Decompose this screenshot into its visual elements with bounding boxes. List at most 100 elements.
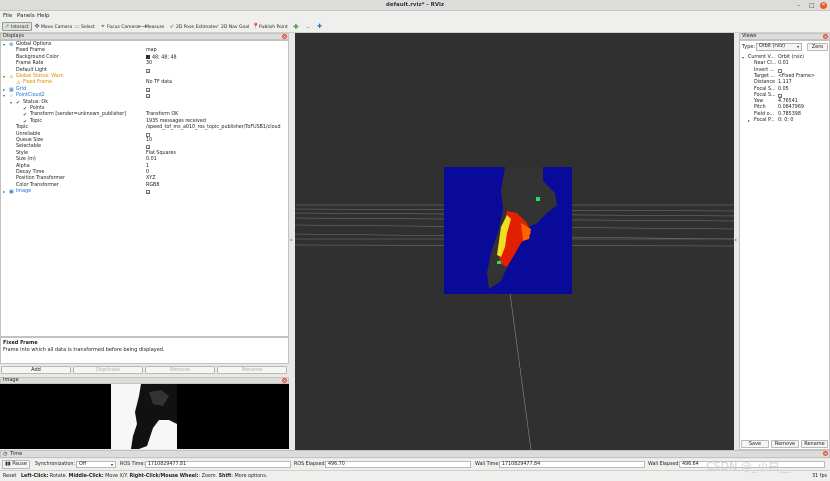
maximize-icon[interactable]: □	[809, 2, 815, 9]
menu-file[interactable]: File	[3, 13, 12, 19]
publish-point-tool[interactable]: 📍 Publish Point	[250, 22, 291, 31]
close-panel-icon[interactable]: ✕	[823, 34, 828, 39]
menu-panels[interactable]: Panels	[17, 13, 35, 19]
property-value[interactable]: RGB8	[146, 183, 159, 189]
property-value[interactable]: 30	[146, 61, 152, 67]
remove-tool-icon[interactable]: –	[306, 23, 310, 31]
nav-goal-tool[interactable]: ➶ 2D Nav Goal	[212, 22, 252, 31]
display-tree-row[interactable]: Style Flat Squares	[1, 151, 288, 157]
remove-button[interactable]: Remove	[145, 366, 215, 374]
collapse-icon[interactable]: ▸	[748, 118, 750, 124]
expand-icon[interactable]: ▾	[3, 93, 5, 99]
add-tool-icon[interactable]: ✚	[293, 23, 299, 31]
property-checkbox[interactable]	[778, 68, 782, 73]
left-splitter-icon[interactable]: ◂	[290, 237, 292, 242]
collapse-icon[interactable]: ▸	[3, 87, 5, 93]
property-value[interactable]: <Fixed Frame>	[778, 74, 815, 80]
tool-properties-icon[interactable]: ✚	[317, 23, 322, 30]
property-value[interactable]: No TF data	[146, 80, 172, 86]
zero-button[interactable]: Zero	[807, 43, 828, 51]
property-value[interactable]: /speed_tof_ms_a010_ros_topic_publisher/T…	[146, 125, 281, 131]
display-tree-row[interactable]: ▾ ✔ Status: Ok	[1, 100, 288, 106]
property-value[interactable]: 0.785398	[778, 112, 801, 118]
save-view-button[interactable]: Save	[741, 440, 769, 448]
display-tree-row[interactable]: ✔ Transform [sender=unknown_publisher] Tra…	[1, 112, 288, 118]
property-checkbox[interactable]: ✓	[146, 94, 150, 99]
property-value[interactable]: Flat Squares	[146, 151, 176, 157]
expand-icon[interactable]: ▾	[10, 100, 12, 106]
property-value[interactable]: 10	[146, 138, 152, 144]
view-type-select[interactable]: Orbit (rviz) ▾	[756, 43, 802, 51]
property-value[interactable]: XYZ	[146, 176, 156, 182]
collapse-icon[interactable]: ▸	[3, 189, 5, 195]
property-checkbox[interactable]	[146, 132, 150, 137]
display-tree-row[interactable]: Frame Rate 30	[1, 61, 288, 67]
property-value[interactable]: 1.117	[778, 80, 792, 86]
display-tree-row[interactable]: ▸ ▦ Grid ✓	[1, 87, 288, 93]
measure-tool[interactable]: ⟷ Measure	[136, 22, 167, 31]
property-checkbox[interactable]: ✓	[146, 145, 150, 150]
display-tree-row[interactable]: Alpha 1	[1, 164, 288, 170]
ros-time-field[interactable]: 1710829477.81	[145, 461, 291, 468]
display-tree-row[interactable]: ▾ ⁘ PointCloud2 ✓	[1, 93, 288, 99]
minimize-icon[interactable]: –	[797, 2, 800, 9]
display-tree-row[interactable]: Background Color 48; 48; 48	[1, 54, 288, 61]
display-tree-row[interactable]: Fixed Frame map	[1, 48, 288, 54]
close-panel-icon[interactable]: ✕	[823, 451, 828, 456]
property-value[interactable]: 0.01	[778, 61, 789, 67]
3d-viewport[interactable]	[295, 33, 734, 450]
move-camera-tool[interactable]: ✥ Move Camera	[32, 22, 75, 31]
rename-view-button[interactable]: Rename	[801, 440, 828, 448]
reset-button[interactable]: Reset	[3, 474, 16, 479]
view-property-row[interactable]: Target ... <Fixed Frame>	[740, 74, 829, 80]
expand-icon[interactable]: ▾	[3, 42, 5, 48]
select-tool[interactable]: ▭ Select	[72, 22, 98, 31]
display-tree-row[interactable]: Color Transformer RGB8	[1, 183, 288, 189]
rename-button[interactable]: Rename	[217, 366, 287, 374]
duplicate-button[interactable]: Duplicate	[73, 366, 143, 374]
view-property-row[interactable]: Near Cl... 0.01	[740, 61, 829, 67]
remove-view-button[interactable]: Remove	[771, 440, 799, 448]
sync-select[interactable]: Off ▾	[76, 461, 116, 468]
display-tree-row[interactable]: Selectable ✓	[1, 144, 288, 150]
view-property-row[interactable]: ▸ Focal P... 0; 0; 0	[740, 118, 829, 124]
menu-help[interactable]: Help	[37, 13, 50, 19]
property-value[interactable]: 0.01	[146, 157, 157, 163]
wall-time-field[interactable]: 1710829477.84	[499, 461, 645, 468]
view-property-row[interactable]: Distance 1.117	[740, 80, 829, 86]
property-checkbox[interactable]: ✓	[146, 68, 150, 73]
display-tree-row[interactable]: Topic/speed_tof_ms_a010_ros_topic_publis…	[1, 125, 288, 131]
view-property-row[interactable]: Focal S... 0.05	[740, 87, 829, 93]
display-tree-row[interactable]: Position Transformer XYZ	[1, 176, 288, 182]
property-checkbox[interactable]: ✓	[146, 190, 150, 195]
property-value[interactable]: 0.0847969	[778, 105, 804, 111]
display-tree-row[interactable]: Size (m) 0.01	[1, 157, 288, 163]
property-value[interactable]: 0.05	[778, 87, 789, 93]
display-tree-row[interactable]: ✔ Topic 1935 messages received	[1, 119, 288, 125]
add-button[interactable]: Add	[1, 366, 71, 374]
property-value[interactable]: 1935 messages received	[146, 119, 206, 125]
view-property-row[interactable]: Invert ...	[740, 68, 829, 74]
close-panel-icon[interactable]: ✕	[282, 378, 287, 383]
expand-icon[interactable]: ▾	[3, 74, 5, 80]
property-value[interactable]: 0; 0; 0	[778, 118, 793, 124]
pause-button[interactable]: ▮▮ Pause	[2, 460, 30, 469]
pose-estimate-tool[interactable]: ➶ 2D Pose Estimate	[167, 22, 219, 31]
interact-tool[interactable]: ➚ Interact	[2, 22, 32, 31]
property-checkbox[interactable]: ✓	[778, 93, 782, 98]
ros-elapsed-field[interactable]: 496.70	[325, 461, 471, 468]
property-value[interactable]: Transform OK	[146, 112, 178, 118]
close-panel-icon[interactable]: ✕	[282, 34, 287, 39]
display-tree-row[interactable]: Default Light ✓	[1, 68, 288, 74]
display-tree-row[interactable]: Unreliable	[1, 132, 288, 138]
view-property-row[interactable]: Pitch 0.0847969	[740, 105, 829, 111]
display-tree-row[interactable]: Queue Size 10	[1, 138, 288, 144]
property-value[interactable]: map	[146, 48, 157, 54]
display-tree-row[interactable]: ▸ ▣ Image ✓	[1, 189, 288, 195]
right-splitter-icon[interactable]: ▸	[735, 237, 737, 242]
expand-icon[interactable]: ▾	[742, 55, 744, 61]
view-property-row[interactable]: Field o... 0.785398	[740, 112, 829, 118]
property-value[interactable]: 1	[146, 164, 149, 170]
close-icon[interactable]: ✕	[820, 2, 827, 9]
display-tree-row[interactable]: ⚠ Fixed Frame No TF data	[1, 80, 288, 86]
